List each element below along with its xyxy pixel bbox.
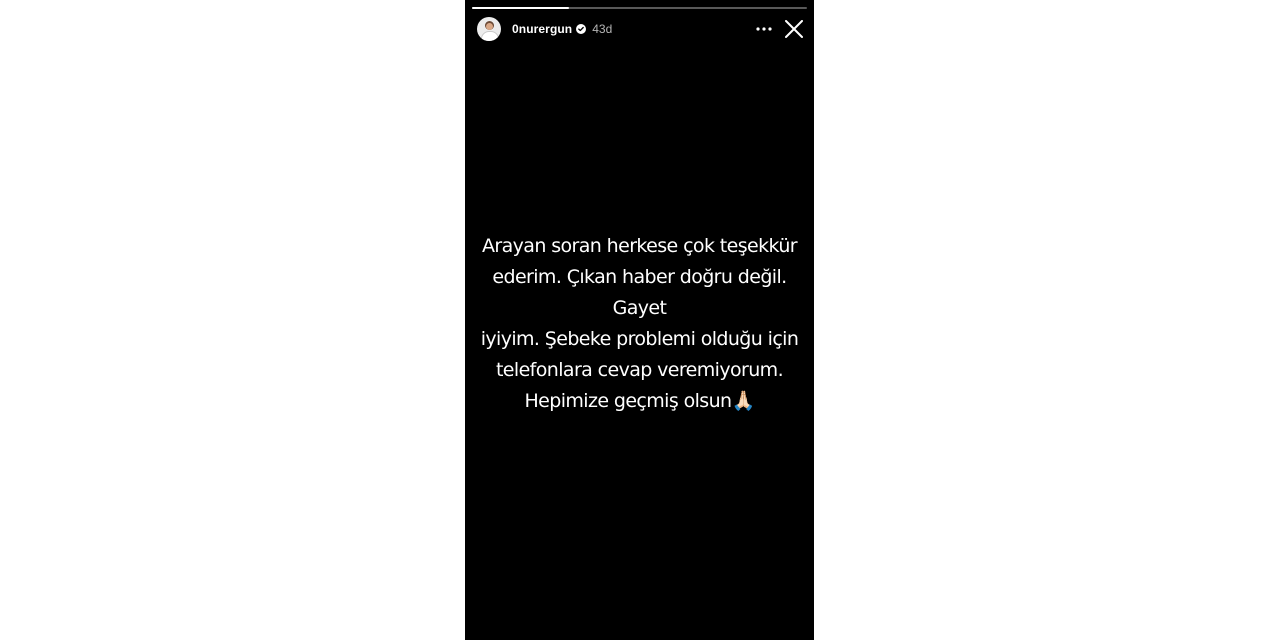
avatar-face bbox=[486, 23, 493, 30]
page: 0nurergun 43d Arayan soran herkese çok t… bbox=[0, 0, 1280, 640]
avatar[interactable] bbox=[477, 17, 501, 41]
story-progress-fill bbox=[472, 7, 570, 9]
story-time-ago: 43d bbox=[592, 22, 613, 36]
story-viewer[interactable]: 0nurergun 43d Arayan soran herkese çok t… bbox=[465, 0, 814, 640]
verified-badge-icon bbox=[576, 24, 587, 34]
close-button[interactable] bbox=[782, 17, 806, 41]
avatar-body bbox=[481, 31, 499, 41]
more-horizontal-icon bbox=[756, 27, 772, 31]
username[interactable]: 0nurergun bbox=[512, 22, 572, 36]
story-text: Arayan soran herkese çok teşekkür ederim… bbox=[480, 235, 799, 412]
more-options-button[interactable] bbox=[752, 17, 776, 41]
story-header: 0nurergun 43d bbox=[477, 14, 806, 44]
story-progress-bar bbox=[472, 7, 807, 9]
close-icon bbox=[785, 20, 803, 38]
